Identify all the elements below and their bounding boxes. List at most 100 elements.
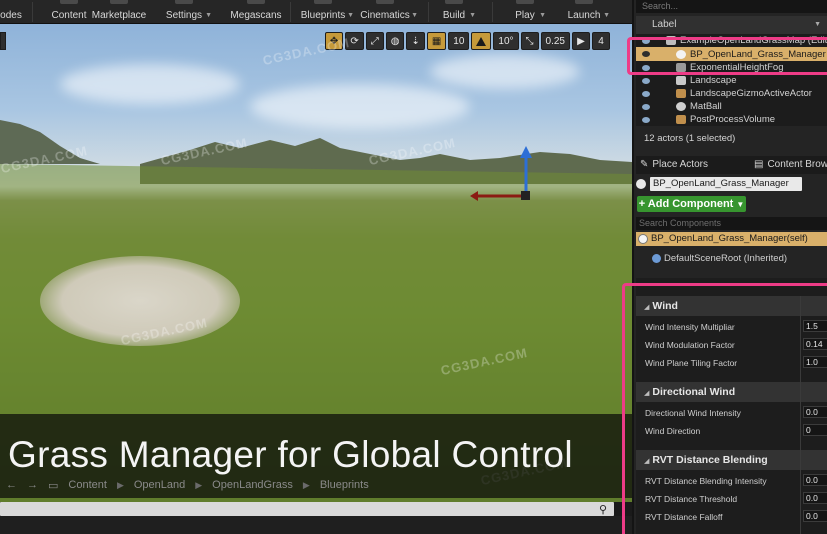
component-self-row[interactable]: BP_OpenLand_Grass_Manager(self) xyxy=(636,232,827,246)
build-button[interactable]: Build ▼ xyxy=(440,0,476,24)
chevron-down-icon: ▼ xyxy=(736,199,745,209)
actor-icon xyxy=(636,179,646,189)
scene-root-icon xyxy=(652,254,661,263)
chevron-down-icon: ▼ xyxy=(411,12,418,19)
viewport-options-button[interactable] xyxy=(0,32,6,50)
highlight-frame xyxy=(627,37,827,75)
blueprints-label: Blueprints xyxy=(300,10,346,21)
viewport-toolbar: ✥ ⟳ ⤢ ◍ ⇣ ▦ 10 10° ⤡ 0.25 ▶ 4 xyxy=(324,32,610,50)
component-root-label: DefaultSceneRoot (Inherited) xyxy=(664,253,788,264)
panel-tabs: ✎ Place Actors ▤ Content Browser xyxy=(636,156,827,174)
rotation-snap-value[interactable]: 10° xyxy=(493,32,519,50)
outliner-row-label: LandscapeGizmoActiveActor xyxy=(690,88,812,99)
add-component-label: + Add Component xyxy=(638,198,734,210)
marketplace-label: Marketplace xyxy=(91,10,147,21)
toolbar-separator xyxy=(428,2,429,22)
eye-icon[interactable] xyxy=(642,90,650,97)
marketplace-button[interactable]: Marketplace xyxy=(92,0,146,24)
sort-arrow-icon: ▼ xyxy=(814,21,821,28)
chevron-right-icon: ▶ xyxy=(302,479,310,490)
outliner-row-label: Landscape xyxy=(690,75,737,86)
outliner-row[interactable]: Landscape xyxy=(636,74,827,87)
chevron-down-icon: ▼ xyxy=(205,12,212,19)
modes-button[interactable]: odes xyxy=(0,0,22,24)
eye-icon[interactable] xyxy=(642,103,650,110)
tab-place-actors[interactable]: ✎ Place Actors xyxy=(640,159,708,170)
content-browser-icon: ▤ xyxy=(754,159,764,170)
tab-label: Place Actors xyxy=(652,159,708,170)
main-toolbar: odes Content Marketplace Settings ▼ Megas… xyxy=(0,0,632,24)
actor-name-field[interactable]: BP_OpenLand_Grass_Manager xyxy=(650,177,802,191)
component-root-row[interactable]: DefaultSceneRoot (Inherited) xyxy=(652,253,787,264)
gear-icon xyxy=(175,0,193,4)
breadcrumb-openlandgrass[interactable]: OpenLandGrass xyxy=(212,479,293,491)
component-self-label: BP_OpenLand_Grass_Manager(self) xyxy=(651,233,808,244)
megascans-icon xyxy=(247,0,265,4)
outliner-search-input[interactable]: Search... xyxy=(636,0,827,13)
eye-icon[interactable] xyxy=(642,77,650,84)
label-column-header: Label xyxy=(652,19,677,30)
camera-speed-icon[interactable]: ▶ xyxy=(572,32,590,50)
search-icon[interactable]: ⚲ xyxy=(596,502,610,516)
content-label: Content xyxy=(51,10,87,21)
cinematics-button[interactable]: Cinematics ▼ xyxy=(360,0,418,24)
outliner-row[interactable]: MatBall xyxy=(636,100,827,113)
landscape-icon xyxy=(676,76,686,85)
folder-icon: ▭ xyxy=(48,479,59,492)
tab-content-browser[interactable]: ▤ Content Browser xyxy=(754,159,827,170)
play-label: Play xyxy=(515,10,535,21)
place-actors-icon: ✎ xyxy=(640,159,649,170)
outliner-row[interactable]: LandscapeGizmoActiveActor xyxy=(636,87,827,100)
build-icon xyxy=(445,0,463,4)
play-icon xyxy=(516,0,534,4)
content-search-input[interactable] xyxy=(0,502,614,516)
gizmo-z-arrow xyxy=(520,146,532,158)
grid-snap-value[interactable]: 10 xyxy=(448,32,470,50)
eye-icon[interactable] xyxy=(642,116,650,123)
launch-label: Launch xyxy=(567,10,601,21)
toolbar-separator xyxy=(492,2,493,22)
actor-icon xyxy=(638,234,648,244)
outliner-row[interactable]: PostProcessVolume xyxy=(636,113,827,126)
build-label: Build xyxy=(442,10,466,21)
outliner-row-label: MatBall xyxy=(690,101,722,112)
add-component-button[interactable]: + Add Component ▼ xyxy=(637,196,746,212)
world-space-icon[interactable]: ◍ xyxy=(385,32,405,50)
breadcrumb-openland[interactable]: OpenLand xyxy=(134,479,185,491)
angle-icon xyxy=(476,36,487,46)
content-browser-path: ← → ▭ Content ▶ OpenLand ▶ OpenLandGrass… xyxy=(0,474,632,496)
launch-button[interactable]: Launch ▼ xyxy=(566,0,610,24)
search-components-input[interactable]: Search Components xyxy=(636,217,827,230)
rotation-snap-icon[interactable] xyxy=(471,32,492,50)
scale-snap-value[interactable]: 0.25 xyxy=(540,32,570,50)
toolbar-separator xyxy=(290,2,291,22)
gizmo-icon xyxy=(676,89,686,98)
post-process-icon xyxy=(676,115,686,124)
gizmo-pivot xyxy=(521,191,530,200)
back-arrow-icon[interactable]: ← xyxy=(6,479,17,491)
chevron-right-icon: ▶ xyxy=(116,479,124,490)
blueprint-icon xyxy=(314,0,332,4)
breadcrumb-content[interactable]: Content xyxy=(68,479,107,491)
chevron-down-icon: ▼ xyxy=(603,12,610,19)
toolbar-separator xyxy=(32,2,33,22)
forward-arrow-icon[interactable]: → xyxy=(27,479,38,491)
grid-snap-icon[interactable]: ▦ xyxy=(426,32,447,50)
chevron-right-icon: ▶ xyxy=(195,479,203,490)
highlight-frame xyxy=(622,283,827,534)
camera-speed-value[interactable]: 4 xyxy=(592,32,610,50)
content-button[interactable]: Content xyxy=(48,0,90,24)
chevron-down-icon: ▼ xyxy=(539,12,546,19)
surface-snap-icon[interactable]: ⇣ xyxy=(406,32,425,50)
content-browser-panel xyxy=(0,516,632,534)
blueprints-button[interactable]: Blueprints ▼ xyxy=(300,0,354,24)
scale-tool-icon[interactable]: ⤢ xyxy=(365,32,384,50)
breadcrumb-blueprints[interactable]: Blueprints xyxy=(320,479,369,491)
content-icon xyxy=(60,0,78,4)
play-button[interactable]: Play ▼ xyxy=(512,0,546,24)
megascans-button[interactable]: Megascans xyxy=(230,0,282,24)
scale-snap-icon[interactable]: ⤡ xyxy=(520,32,539,50)
outliner-label-column[interactable]: Label ▼ xyxy=(636,16,827,34)
settings-button[interactable]: Settings ▼ xyxy=(164,0,212,24)
settings-label: Settings xyxy=(165,10,203,21)
